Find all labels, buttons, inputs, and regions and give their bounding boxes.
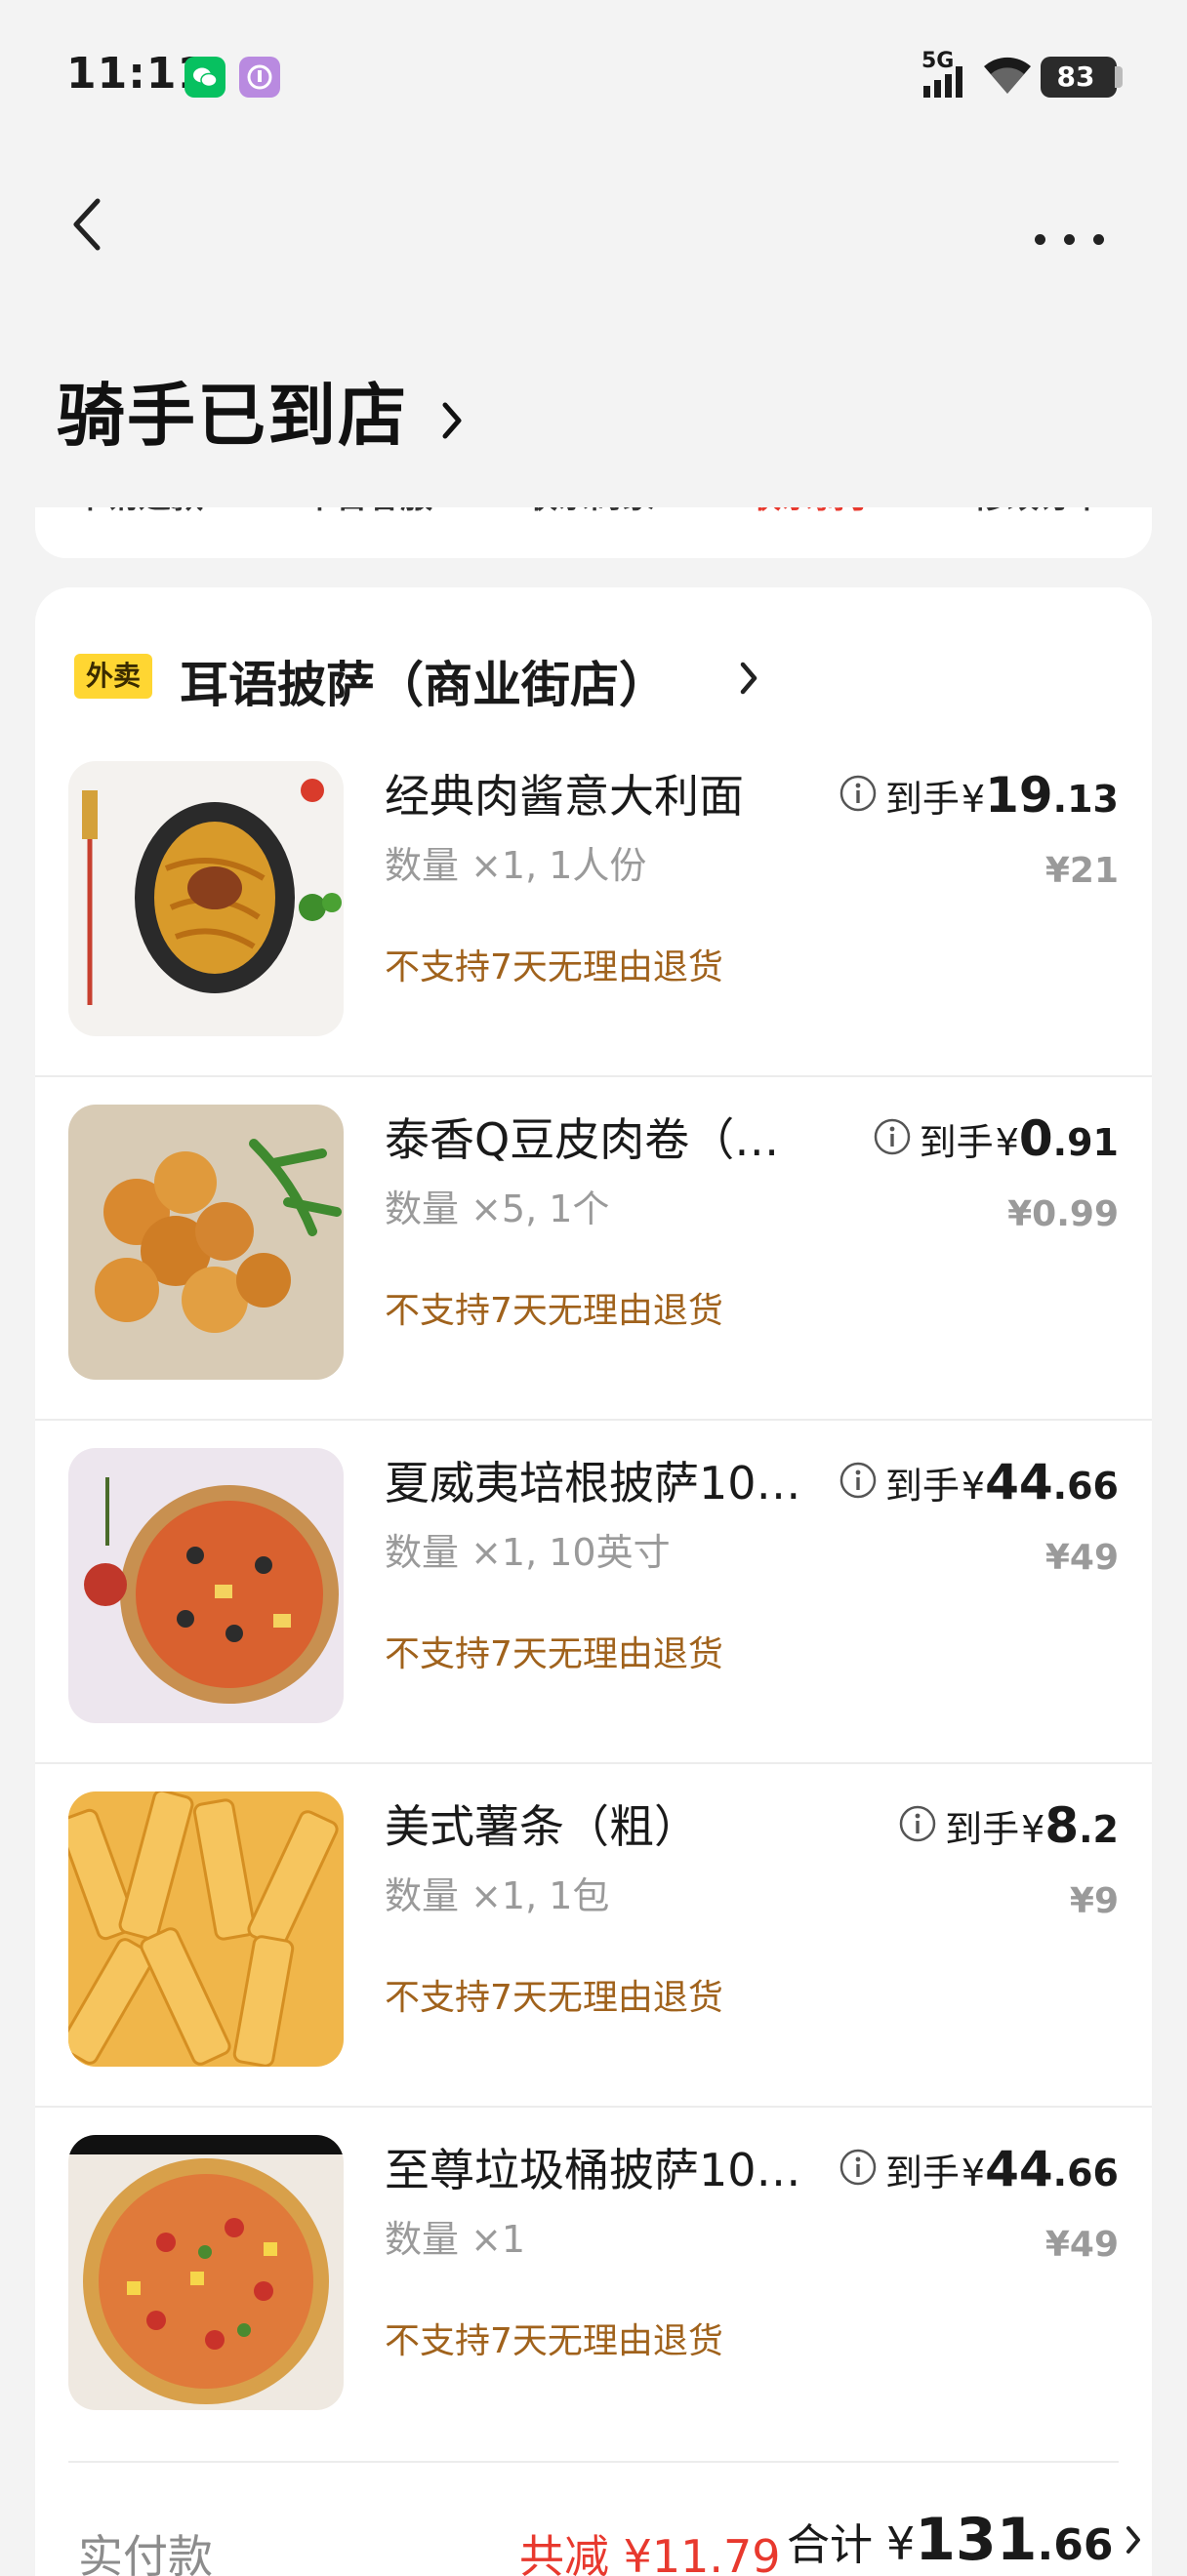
paid-amount-label: 实付款 — [78, 2530, 213, 2576]
item-divider — [35, 1419, 1152, 1421]
spaghetti-image — [68, 761, 344, 1036]
item-name: 经典肉酱意大利面 — [385, 770, 744, 823]
item-price: 到手 ¥ 44 .66 — [839, 2141, 1119, 2197]
battery-cap — [1115, 66, 1123, 88]
price-currency: ¥ — [961, 1465, 986, 1508]
more-dot-icon — [1093, 234, 1104, 245]
signal-icon — [923, 66, 962, 98]
more-dot-icon — [1064, 234, 1075, 245]
original-price: ¥49 — [1044, 1538, 1119, 1578]
price-decimal: .66 — [1052, 1465, 1119, 1508]
item-name: 至尊垃圾桶披萨10… — [385, 2144, 801, 2196]
more-dot-icon — [1035, 234, 1045, 245]
total-currency: ¥ — [886, 2517, 916, 2570]
item-name: 夏威夷培根披萨10… — [385, 1457, 801, 1509]
price-label: 到手 — [884, 778, 960, 821]
total-amount[interactable]: 合计 ¥ 131 .66 — [787, 2506, 1142, 2574]
price-label: 到手 — [884, 2152, 960, 2194]
battery-icon: 83 — [1041, 57, 1117, 98]
item-price: 到手 ¥ 8 .2 — [898, 1797, 1119, 1854]
price-decimal: .66 — [1052, 2152, 1119, 2194]
total-decimal: .66 — [1037, 2520, 1114, 2570]
price-integer: 19 — [985, 767, 1053, 824]
item-return-policy: 不支持7天无理由退货 — [385, 1978, 723, 2018]
order-status-title[interactable]: 骑手已到店 — [57, 361, 465, 460]
payment-summary: 实付款 共减 ¥11.79 合计 ¥ 131 .66 — [35, 2461, 1152, 2576]
tofu-roll-image — [68, 1105, 344, 1380]
price-integer: 8 — [1044, 1797, 1080, 1854]
shop-name: 耳语披萨（商业街店） — [180, 657, 668, 713]
chevron-right-icon — [1126, 2526, 1141, 2554]
price-integer: 44 — [985, 1454, 1053, 1510]
battery-level: 83 — [1056, 60, 1095, 93]
scroll-mask — [35, 459, 1152, 507]
price-currency: ¥ — [1021, 1808, 1045, 1851]
item-quantity: 数量 ×1, 1包 — [385, 1874, 610, 1917]
original-price: ¥0.99 — [1007, 1194, 1119, 1234]
price-decimal: .13 — [1052, 778, 1119, 821]
info-icon[interactable] — [839, 1461, 878, 1500]
original-price: ¥49 — [1044, 2225, 1119, 2265]
hawaiian-pizza-image — [68, 1448, 344, 1723]
info-icon[interactable] — [839, 2148, 878, 2187]
price-integer: 0 — [1018, 1110, 1053, 1167]
item-name: 泰香Q豆皮肉卷（… — [385, 1113, 780, 1166]
order-status-text: 骑手已到店 — [57, 376, 408, 456]
item-price: 到手 ¥ 19 .13 — [839, 767, 1119, 824]
back-button[interactable] — [68, 195, 127, 263]
item-return-policy: 不支持7天无理由退货 — [385, 947, 723, 987]
more-options-button[interactable] — [1025, 215, 1113, 263]
order-item-row[interactable]: 经典肉酱意大利面 数量 ×1, 1人份 不支持7天无理由退货 到手 ¥ 19 .… — [35, 761, 1152, 1105]
info-icon[interactable] — [873, 1117, 912, 1156]
info-icon[interactable] — [839, 774, 878, 813]
price-decimal: .2 — [1079, 1808, 1119, 1851]
summary-divider — [68, 2461, 1119, 2463]
total-label: 合计 — [787, 2520, 873, 2570]
app-notification-icon — [239, 57, 280, 98]
order-item-row[interactable]: 泰香Q豆皮肉卷（… 数量 ×5, 1个 不支持7天无理由退货 到手 ¥ 0 .9… — [35, 1105, 1152, 1448]
order-detail-card: 外卖 耳语披萨（商业街店） 经典肉酱意大利面 数量 ×1, 1人份 不支持7天无… — [35, 587, 1152, 2576]
chevron-left-icon — [73, 198, 101, 251]
price-decimal: .91 — [1052, 1121, 1119, 1164]
item-quantity: 数量 ×1, 1人份 — [385, 844, 647, 887]
info-icon[interactable] — [898, 1804, 937, 1843]
order-item-row[interactable]: 美式薯条（粗） 数量 ×1, 1包 不支持7天无理由退货 到手 ¥ 8 .2 ¥… — [35, 1791, 1152, 2135]
wechat-icon — [184, 57, 225, 98]
total-integer: 131 — [915, 2506, 1038, 2574]
price-currency: ¥ — [961, 778, 986, 821]
price-label: 到手 — [945, 1808, 1020, 1851]
fries-image — [68, 1791, 344, 2067]
price-currency: ¥ — [961, 2152, 986, 2194]
item-return-policy: 不支持7天无理由退货 — [385, 2321, 723, 2361]
chevron-right-icon — [442, 402, 462, 439]
order-item-row[interactable]: 至尊垃圾桶披萨10… 数量 ×1 不支持7天无理由退货 到手 ¥ 44 .66 … — [35, 2135, 1152, 2478]
item-name: 美式薯条（粗） — [385, 1800, 699, 1853]
total-discount: 共减 ¥11.79 — [519, 2530, 781, 2576]
item-divider — [35, 1075, 1152, 1077]
item-quantity: 数量 ×1 — [385, 2218, 526, 2261]
chevron-right-icon — [740, 662, 757, 695]
original-price: ¥9 — [1069, 1881, 1119, 1921]
supreme-pizza-image — [68, 2135, 344, 2410]
item-divider — [35, 1762, 1152, 1764]
item-quantity: 数量 ×1, 10英寸 — [385, 1531, 671, 1574]
delivery-tag-badge: 外卖 — [74, 654, 153, 699]
order-item-row[interactable]: 夏威夷培根披萨10… 数量 ×1, 10英寸 不支持7天无理由退货 到手 ¥ 4… — [35, 1448, 1152, 1791]
status-bar: 11:11 5G 83 — [0, 0, 1187, 146]
price-label: 到手 — [884, 1465, 960, 1508]
item-divider — [35, 2106, 1152, 2108]
item-quantity: 数量 ×5, 1个 — [385, 1187, 610, 1230]
price-currency: ¥ — [995, 1121, 1019, 1164]
price-integer: 44 — [985, 2141, 1053, 2197]
price-label: 到手 — [919, 1121, 994, 1164]
item-price: 到手 ¥ 44 .66 — [839, 1454, 1119, 1510]
item-return-policy: 不支持7天无理由退货 — [385, 1291, 723, 1331]
original-price: ¥21 — [1044, 851, 1119, 891]
item-price: 到手 ¥ 0 .91 — [873, 1110, 1119, 1167]
wifi-icon — [984, 57, 1031, 94]
item-return-policy: 不支持7天无理由退货 — [385, 1634, 723, 1674]
